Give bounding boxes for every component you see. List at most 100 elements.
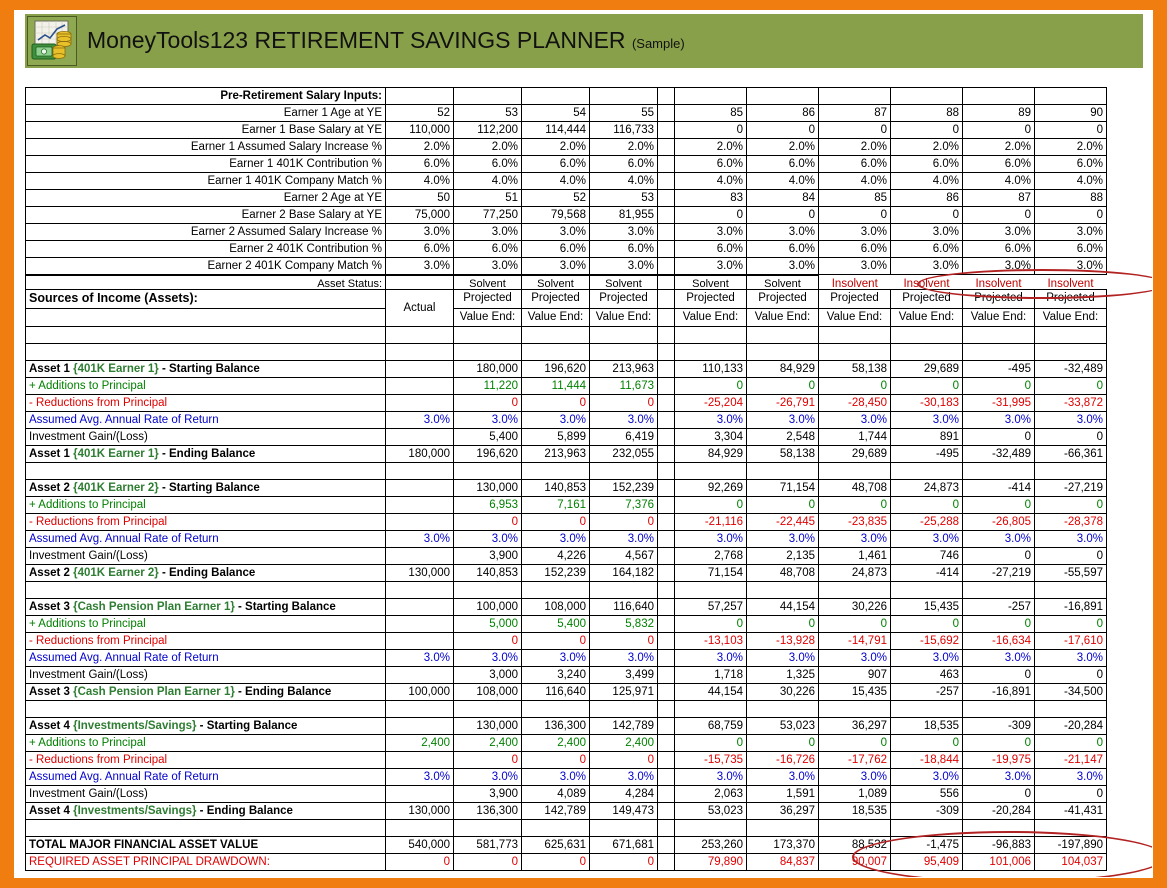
asset-1-starting-left-1[interactable]: 196,620 [521,360,590,378]
asset-2-rate-right-2[interactable]: 3.0% [818,530,891,548]
asset-1-gain-left-1[interactable]: 5,899 [521,428,590,446]
asset-2-starting-right-2[interactable]: 48,708 [818,479,891,497]
inputs-cell-left-6-3[interactable]: 81,955 [589,206,658,224]
asset-4-rate-right-3[interactable]: 3.0% [890,768,963,786]
asset-1-gain-left-0[interactable]: 5,400 [453,428,522,446]
inputs-cell-left-4-0[interactable]: 4.0% [385,172,454,190]
inputs-cell-left-4-3[interactable]: 4.0% [589,172,658,190]
asset-3-ending-right-5[interactable]: -34,500 [1034,683,1107,701]
inputs-cell-right-0-3[interactable]: 88 [890,104,963,122]
inputs-cell-right-3-2[interactable]: 6.0% [818,155,891,173]
asset-2-additions-left-1[interactable]: 7,161 [521,496,590,514]
inputs-cell-right-2-4[interactable]: 2.0% [962,138,1035,156]
asset-3-additions-right-0[interactable]: 0 [674,615,747,633]
inputs-cell-left-7-1[interactable]: 3.0% [453,223,522,241]
asset-2-reductions-actual[interactable] [385,513,454,531]
asset-3-rate-left-0[interactable]: 3.0% [453,649,522,667]
asset-1-ending-left-2[interactable]: 232,055 [589,445,658,463]
asset-2-additions-right-4[interactable]: 0 [962,496,1035,514]
asset-1-additions-right-4[interactable]: 0 [962,377,1035,395]
asset-1-starting-actual[interactable] [385,360,454,378]
asset-1-ending-left-0[interactable]: 196,620 [453,445,522,463]
asset-2-ending-right-1[interactable]: 48,708 [746,564,819,582]
asset-3-ending-actual[interactable]: 100,000 [385,683,454,701]
asset-1-rate-right-0[interactable]: 3.0% [674,411,747,429]
asset-2-gain-right-3[interactable]: 746 [890,547,963,565]
inputs-cell-right-0-4[interactable]: 89 [962,104,1035,122]
inputs-cell-right-9-1[interactable]: 3.0% [746,257,819,275]
inputs-cell-right-6-1[interactable]: 0 [746,206,819,224]
inputs-cell-right-1-0[interactable]: 0 [674,121,747,139]
inputs-cell-left-8-0[interactable]: 6.0% [385,240,454,258]
asset-4-additions-right-5[interactable]: 0 [1034,734,1107,752]
asset-1-additions-right-3[interactable]: 0 [890,377,963,395]
asset-2-additions-right-2[interactable]: 0 [818,496,891,514]
asset-2-starting-left-1[interactable]: 140,853 [521,479,590,497]
inputs-cell-left-1-1[interactable]: 112,200 [453,121,522,139]
asset-4-starting-right-3[interactable]: 18,535 [890,717,963,735]
asset-3-gain-right-0[interactable]: 1,718 [674,666,747,684]
asset-4-ending-left-0[interactable]: 136,300 [453,802,522,820]
asset-3-reductions-right-5[interactable]: -17,610 [1034,632,1107,650]
asset-3-starting-right-5[interactable]: -16,891 [1034,598,1107,616]
asset-1-reductions-right-2[interactable]: -28,450 [818,394,891,412]
asset-4-starting-right-0[interactable]: 68,759 [674,717,747,735]
asset-2-additions-right-1[interactable]: 0 [746,496,819,514]
asset-3-gain-actual[interactable] [385,666,454,684]
asset-4-reductions-left-1[interactable]: 0 [521,751,590,769]
asset-4-ending-left-2[interactable]: 149,473 [589,802,658,820]
asset-3-starting-right-0[interactable]: 57,257 [674,598,747,616]
asset-1-starting-right-1[interactable]: 84,929 [746,360,819,378]
inputs-cell-right-0-2[interactable]: 87 [818,104,891,122]
inputs-cell-right-5-2[interactable]: 85 [818,189,891,207]
asset-2-starting-right-5[interactable]: -27,219 [1034,479,1107,497]
inputs-cell-left-9-2[interactable]: 3.0% [521,257,590,275]
inputs-cell-right-5-5[interactable]: 88 [1034,189,1107,207]
asset-1-rate-left-2[interactable]: 3.0% [589,411,658,429]
asset-4-starting-right-1[interactable]: 53,023 [746,717,819,735]
inputs-cell-right-5-3[interactable]: 86 [890,189,963,207]
asset-4-additions-left-2[interactable]: 2,400 [589,734,658,752]
asset-3-additions-right-2[interactable]: 0 [818,615,891,633]
asset-1-rate-right-5[interactable]: 3.0% [1034,411,1107,429]
asset-3-reductions-right-4[interactable]: -16,634 [962,632,1035,650]
asset-4-gain-left-1[interactable]: 4,089 [521,785,590,803]
asset-3-additions-right-3[interactable]: 0 [890,615,963,633]
asset-1-rate-left-0[interactable]: 3.0% [453,411,522,429]
asset-1-gain-actual[interactable] [385,428,454,446]
asset-3-rate-right-3[interactable]: 3.0% [890,649,963,667]
asset-2-reductions-right-2[interactable]: -23,835 [818,513,891,531]
inputs-cell-right-1-4[interactable]: 0 [962,121,1035,139]
asset-1-starting-right-2[interactable]: 58,138 [818,360,891,378]
asset-1-reductions-left-2[interactable]: 0 [589,394,658,412]
inputs-cell-left-3-0[interactable]: 6.0% [385,155,454,173]
inputs-cell-right-2-1[interactable]: 2.0% [746,138,819,156]
asset-4-ending-right-4[interactable]: -20,284 [962,802,1035,820]
inputs-cell-right-2-3[interactable]: 2.0% [890,138,963,156]
inputs-cell-left-9-0[interactable]: 3.0% [385,257,454,275]
asset-1-ending-actual[interactable]: 180,000 [385,445,454,463]
asset-4-reductions-right-5[interactable]: -21,147 [1034,751,1107,769]
inputs-cell-right-9-5[interactable]: 3.0% [1034,257,1107,275]
asset-1-ending-right-0[interactable]: 84,929 [674,445,747,463]
inputs-cell-left-9-3[interactable]: 3.0% [589,257,658,275]
asset-3-additions-left-0[interactable]: 5,000 [453,615,522,633]
inputs-cell-right-7-1[interactable]: 3.0% [746,223,819,241]
asset-1-rate-actual[interactable]: 3.0% [385,411,454,429]
asset-1-ending-right-5[interactable]: -66,361 [1034,445,1107,463]
asset-2-reductions-right-4[interactable]: -26,805 [962,513,1035,531]
inputs-cell-right-1-2[interactable]: 0 [818,121,891,139]
asset-3-gain-left-0[interactable]: 3,000 [453,666,522,684]
asset-4-reductions-right-1[interactable]: -16,726 [746,751,819,769]
asset-1-rate-right-4[interactable]: 3.0% [962,411,1035,429]
asset-4-rate-right-5[interactable]: 3.0% [1034,768,1107,786]
total-major-financial-asset-value-right-1[interactable]: 173,370 [746,836,819,854]
asset-2-starting-right-1[interactable]: 71,154 [746,479,819,497]
asset-4-additions-right-1[interactable]: 0 [746,734,819,752]
inputs-cell-right-5-1[interactable]: 84 [746,189,819,207]
asset-1-gain-left-2[interactable]: 6,419 [589,428,658,446]
inputs-cell-right-6-2[interactable]: 0 [818,206,891,224]
asset-1-reductions-right-1[interactable]: -26,791 [746,394,819,412]
inputs-cell-right-7-0[interactable]: 3.0% [674,223,747,241]
asset-1-additions-left-1[interactable]: 11,444 [521,377,590,395]
